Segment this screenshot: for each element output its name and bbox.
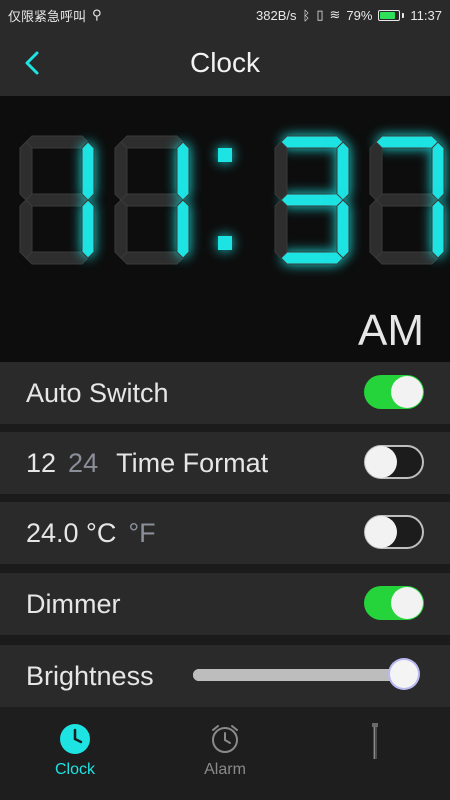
divider (0, 635, 450, 643)
slider-thumb[interactable] (389, 660, 418, 688)
toggle-knob (391, 587, 423, 619)
flashlight-icon (372, 723, 378, 759)
clock-colon-dot (218, 148, 232, 162)
dimmer-label: Dimmer (26, 588, 121, 619)
nav-clock-label: Clock (54, 761, 95, 778)
time-format-row: 12 24 Time Format (0, 432, 450, 494)
wifi-icon: ≋ (329, 7, 341, 22)
alarm-icon (212, 725, 238, 753)
dimmer-row: Dimmer (0, 573, 450, 635)
auto-switch-label: Auto Switch (26, 377, 169, 408)
vibrate-icon: ▯ (316, 7, 324, 22)
chevron-left-icon (25, 51, 39, 75)
seven-segment-clock (19, 135, 445, 265)
status-left: 仅限紧急呼叫 ⚲ (8, 6, 102, 25)
carrier-text: 仅限紧急呼叫 (8, 8, 87, 24)
temperature-row: 24.0 °C °F (0, 502, 450, 564)
clock-colon-dot (218, 236, 232, 250)
time-format-toggle[interactable] (364, 445, 424, 479)
dimmer-toggle[interactable] (364, 586, 424, 620)
format-24-option[interactable]: 24 (68, 448, 98, 479)
usb-icon: ⚲ (92, 7, 102, 22)
nav-flashlight[interactable] (355, 707, 395, 800)
auto-switch-row: Auto Switch (0, 362, 450, 424)
format-12-option[interactable]: 12 (26, 448, 56, 479)
back-button[interactable] (18, 48, 48, 78)
clock-display: AM (0, 96, 450, 362)
am-pm-indicator: AM (358, 306, 424, 355)
clock-digit (369, 135, 445, 265)
divider (0, 494, 450, 502)
battery-icon (378, 9, 405, 21)
battery-percent: 79% (346, 7, 373, 23)
toggle-knob (365, 446, 397, 478)
slider-fill (193, 669, 404, 681)
net-speed: 382B/s (256, 7, 297, 23)
clock-digit (274, 135, 350, 265)
toggle-knob (365, 516, 397, 548)
brightness-slider[interactable] (193, 660, 418, 688)
bluetooth-icon: ᛒ (302, 7, 311, 23)
clock-icon (60, 724, 90, 754)
clock-digit (114, 135, 190, 265)
status-time: 11:37 (410, 7, 442, 23)
auto-switch-toggle[interactable] (364, 375, 424, 409)
nav-alarm[interactable]: Alarm (185, 707, 265, 800)
fahrenheit-option[interactable]: °F (128, 518, 155, 549)
nav-alarm-label: Alarm (204, 761, 246, 778)
nav-clock[interactable]: Clock (35, 707, 115, 800)
toggle-knob (391, 376, 423, 408)
status-bar: 仅限紧急呼叫 ⚲ 382B/s ᛒ ▯ ≋ 79% 11:37 (0, 0, 450, 30)
celsius-value[interactable]: 24.0 °C (26, 518, 116, 549)
divider (0, 424, 450, 432)
brightness-label: Brightness (26, 660, 154, 691)
time-format-label: Time Format (116, 447, 269, 478)
status-right: 382B/s ᛒ ▯ ≋ 79% 11:37 (256, 7, 442, 23)
clock-digit (19, 135, 95, 265)
app-header: Clock (0, 30, 450, 96)
bottom-navigation: Clock Alarm (0, 707, 450, 800)
page-title: Clock (189, 47, 260, 78)
temperature-unit-toggle[interactable] (364, 515, 424, 549)
divider (0, 564, 450, 572)
